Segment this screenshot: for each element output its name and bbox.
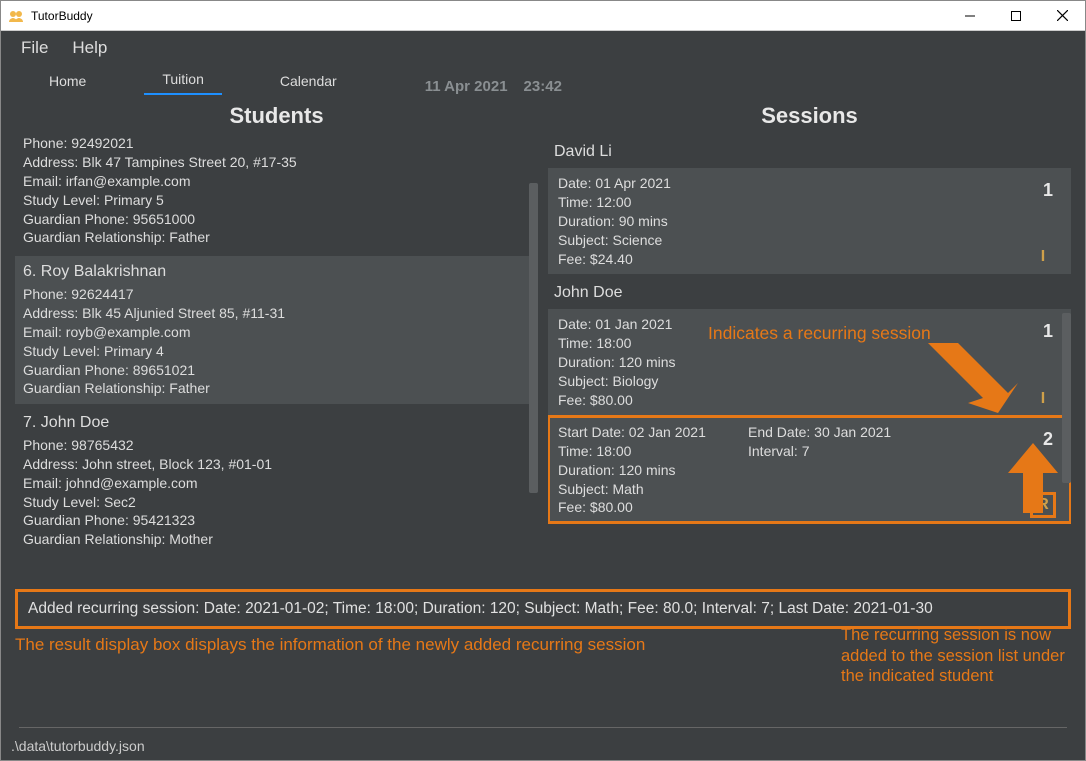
app-window: TutorBuddy File Help Home Tuition Calend… xyxy=(0,0,1086,761)
minimize-button[interactable] xyxy=(947,1,993,30)
session-line: Subject: Biology xyxy=(558,372,708,391)
content-area: Students Phone: 92492021Address: Blk 47 … xyxy=(1,95,1085,585)
close-button[interactable] xyxy=(1039,1,1085,30)
students-scrollbar-thumb[interactable] xyxy=(529,183,538,493)
tab-tuition[interactable]: Tuition xyxy=(144,66,222,95)
result-display-box: Added recurring session: Date: 2021-01-0… xyxy=(15,589,1071,629)
session-line: Time: 12:00 xyxy=(558,193,708,212)
annotation-arrow-icon xyxy=(928,343,1018,413)
session-line: Fee: $24.40 xyxy=(558,250,708,269)
student-email: Email: royb@example.com xyxy=(23,323,530,342)
student-email: Email: irfan@example.com xyxy=(23,172,530,191)
sessions-heading: Sessions xyxy=(548,103,1071,129)
session-line: Fee: $80.00 xyxy=(558,391,708,410)
session-line: Date: 01 Apr 2021 xyxy=(558,174,708,193)
window-controls xyxy=(947,1,1085,30)
annotation-arrow-up-icon xyxy=(1008,443,1058,513)
student-grel: Guardian Relationship: Father xyxy=(23,379,530,398)
session-type-badge: I xyxy=(1033,248,1053,266)
student-phone: Phone: 92492021 xyxy=(23,134,530,153)
session-owner: David Li xyxy=(548,141,1071,167)
session-line: Start Date: 02 Jan 2021 xyxy=(558,423,708,442)
student-gphone: Guardian Phone: 95421323 xyxy=(23,511,530,530)
student-card[interactable]: Phone: 92492021Address: Blk 47 Tampines … xyxy=(15,133,538,253)
sessions-scrollbar-thumb[interactable] xyxy=(1062,313,1071,483)
time-display: 23:42 xyxy=(524,78,562,95)
student-card[interactable]: 7. John Doe Phone: 98765432Address: John … xyxy=(15,407,538,555)
session-line: Duration: 120 mins xyxy=(558,353,708,372)
session-line: Date: 01 Jan 2021 xyxy=(558,315,708,334)
session-card[interactable]: Date: 01 Apr 2021Time: 12:00Duration: 90… xyxy=(548,167,1071,274)
session-line: Interval: 7 xyxy=(748,442,898,461)
session-card[interactable]: Start Date: 02 Jan 2021Time: 18:00Durati… xyxy=(548,416,1071,523)
annotation-added-caption: The recurring session is now added to th… xyxy=(841,625,1071,687)
app-title: TutorBuddy xyxy=(31,9,947,23)
students-list[interactable]: Phone: 92492021Address: Blk 47 Tampines … xyxy=(15,133,538,581)
student-email: Email: johnd@example.com xyxy=(23,474,530,493)
maximize-button[interactable] xyxy=(993,1,1039,30)
student-card[interactable]: 6. Roy Balakrishnan Phone: 92624417Addres… xyxy=(15,256,538,404)
students-panel: Students Phone: 92492021Address: Blk 47 … xyxy=(15,103,538,581)
menu-file[interactable]: File xyxy=(13,34,56,62)
students-heading: Students xyxy=(15,103,538,129)
statusbar: .\data\tutorbuddy.json xyxy=(1,734,1085,760)
tab-calendar[interactable]: Calendar xyxy=(262,68,355,95)
app-icon xyxy=(7,7,25,25)
student-phone: Phone: 92624417 xyxy=(23,285,530,304)
student-name: 7. John Doe xyxy=(23,412,530,434)
session-line: Time: 18:00 xyxy=(558,334,708,353)
student-address: Address: Blk 45 Aljunied Street 85, #11-… xyxy=(23,304,530,323)
student-level: Study Level: Sec2 xyxy=(23,493,530,512)
sessions-panel: Sessions David LiDate: 01 Apr 2021Time: … xyxy=(548,103,1071,581)
date-display: 11 Apr 2021 xyxy=(425,78,508,95)
annotation-recurring-indicator: Indicates a recurring session xyxy=(708,323,931,344)
menu-help[interactable]: Help xyxy=(64,34,115,62)
session-line: Subject: Science xyxy=(558,231,708,250)
student-gphone: Guardian Phone: 89651021 xyxy=(23,361,530,380)
session-line: End Date: 30 Jan 2021 xyxy=(748,423,898,442)
session-index-badge: 1 xyxy=(1043,180,1053,201)
student-level: Study Level: Primary 5 xyxy=(23,191,530,210)
datetime-display: 11 Apr 2021 23:42 xyxy=(425,78,562,95)
menubar: File Help xyxy=(1,31,1085,65)
session-type-badge: I xyxy=(1033,390,1053,408)
student-address: Address: Blk 47 Tampines Street 20, #17-… xyxy=(23,153,530,172)
session-line: Duration: 90 mins xyxy=(558,212,708,231)
student-phone: Phone: 98765432 xyxy=(23,436,530,455)
session-index-badge: 1 xyxy=(1043,321,1053,342)
session-owner: John Doe xyxy=(548,282,1071,308)
result-text: Added recurring session: Date: 2021-01-0… xyxy=(28,600,933,617)
separator-line xyxy=(19,727,1067,728)
session-line: Time: 18:00 xyxy=(558,442,708,461)
session-line: Subject: Math xyxy=(558,480,708,499)
titlebar: TutorBuddy xyxy=(1,1,1085,31)
bottom-area: Added recurring session: Date: 2021-01-0… xyxy=(1,585,1085,734)
student-name: 6. Roy Balakrishnan xyxy=(23,261,530,283)
status-path: .\data\tutorbuddy.json xyxy=(11,738,145,754)
student-grel: Guardian Relationship: Father xyxy=(23,228,530,247)
session-line: Fee: $80.00 xyxy=(558,498,708,517)
student-gphone: Guardian Phone: 95651000 xyxy=(23,210,530,229)
student-level: Study Level: Primary 4 xyxy=(23,342,530,361)
student-grel: Guardian Relationship: Mother xyxy=(23,530,530,549)
session-group: David LiDate: 01 Apr 2021Time: 12:00Dura… xyxy=(548,141,1071,274)
student-address: Address: John street, Block 123, #01-01 xyxy=(23,455,530,474)
session-line: Duration: 120 mins xyxy=(558,461,708,480)
tab-home[interactable]: Home xyxy=(31,68,104,95)
tabsbar: Home Tuition Calendar 11 Apr 2021 23:42 xyxy=(1,65,1085,95)
